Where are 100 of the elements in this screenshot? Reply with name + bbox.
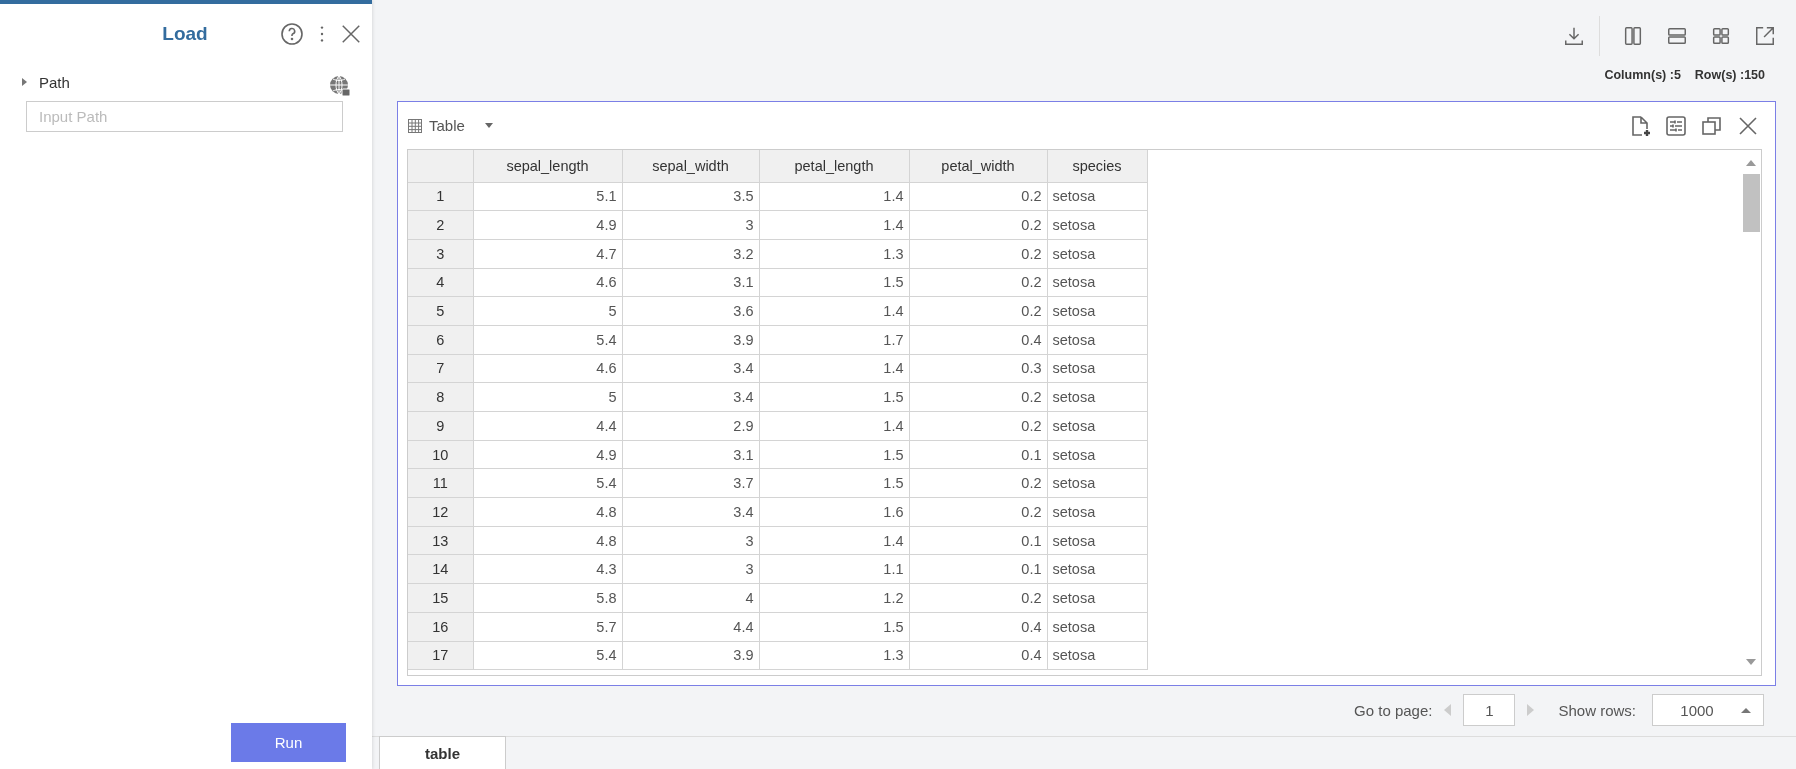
download-icon[interactable]	[1563, 25, 1585, 47]
panel-title: Load	[161, 23, 209, 45]
column-header[interactable]: petal_length	[759, 150, 909, 182]
table-cell: 3.4	[622, 382, 759, 412]
table-cell: 3.5	[622, 182, 759, 211]
row-number: 17	[408, 641, 473, 670]
table-cell: 3.6	[622, 296, 759, 326]
table-cell: 1.4	[759, 526, 909, 555]
table-cell: 3	[622, 526, 759, 555]
table-cell: 1.5	[759, 268, 909, 297]
path-label: Path	[39, 73, 71, 91]
table-cell: setosa	[1047, 554, 1147, 584]
grid-layout-icon[interactable]	[1710, 25, 1732, 47]
rows-per-page-select[interactable]: 1000	[1652, 694, 1764, 726]
table-cell: 4.6	[473, 354, 622, 383]
row-number: 8	[408, 382, 473, 412]
view-type-dropdown[interactable]: Table	[407, 117, 493, 134]
table-cell: 3.9	[622, 325, 759, 355]
column-header[interactable]: petal_width	[909, 150, 1047, 182]
table-cell: 3.9	[622, 641, 759, 670]
row-number: 1	[408, 182, 473, 211]
table-cell: 0.2	[909, 411, 1047, 441]
table-cell: 0.2	[909, 239, 1047, 269]
row-number: 16	[408, 612, 473, 641]
globe-lock-icon[interactable]	[328, 74, 352, 98]
table-cell: setosa	[1047, 354, 1147, 383]
row-number: 2	[408, 210, 473, 240]
table-cell: 5.4	[473, 468, 622, 498]
table-cell: 1.3	[759, 239, 909, 269]
column-count: Column(s) :5	[1604, 68, 1681, 84]
table-cell: 5.4	[473, 641, 622, 670]
table-cell: setosa	[1047, 497, 1147, 527]
row-number: 12	[408, 497, 473, 527]
columns-layout-icon[interactable]	[1622, 25, 1644, 47]
table-cell: 1.5	[759, 382, 909, 412]
table-cell: 4.8	[473, 497, 622, 527]
row-number: 6	[408, 325, 473, 355]
external-link-icon[interactable]	[1754, 25, 1776, 47]
table-cell: 1.5	[759, 468, 909, 498]
table-cell: 0.2	[909, 497, 1047, 527]
table-cell: 5	[473, 296, 622, 326]
table-cell: 1.1	[759, 554, 909, 584]
table-cell: setosa	[1047, 411, 1147, 441]
table-cell: 0.1	[909, 526, 1047, 555]
column-header[interactable]: species	[1047, 150, 1147, 182]
table-cell: 4.4	[473, 411, 622, 441]
row-number: 11	[408, 468, 473, 498]
table-cell: setosa	[1047, 382, 1147, 412]
row-number: 13	[408, 526, 473, 555]
table-cell: 0.4	[909, 641, 1047, 670]
column-header[interactable]: sepal_length	[473, 150, 622, 182]
expand-icon[interactable]	[22, 78, 27, 86]
table-cell: setosa	[1047, 239, 1147, 269]
table-cell: 1.6	[759, 497, 909, 527]
row-count: Row(s) :150	[1694, 68, 1765, 84]
table-cell: 5.7	[473, 612, 622, 641]
row-number: 14	[408, 554, 473, 584]
table-cell: 0.1	[909, 554, 1047, 584]
table-cell: setosa	[1047, 210, 1147, 240]
table-icon	[407, 117, 423, 134]
help-icon[interactable]	[280, 22, 304, 46]
table-cell: 1.2	[759, 583, 909, 613]
table-cell: 3	[622, 554, 759, 584]
row-number: 15	[408, 583, 473, 613]
table-cell: 3.2	[622, 239, 759, 269]
rows-layout-icon[interactable]	[1666, 25, 1688, 47]
go-to-page-label: Go to page:	[1354, 701, 1433, 719]
table-cell: 3.7	[622, 468, 759, 498]
row-number: 4	[408, 268, 473, 297]
table-cell: 4.3	[473, 554, 622, 584]
table-cell: 0.1	[909, 440, 1047, 469]
column-header[interactable]: sepal_width	[622, 150, 759, 182]
table-cell: 4.9	[473, 440, 622, 469]
page-input-field[interactable]: 1	[1463, 694, 1516, 726]
close-icon[interactable]	[340, 23, 362, 45]
row-number: 10	[408, 440, 473, 469]
table-cell: setosa	[1047, 268, 1147, 297]
table-cell: 4.8	[473, 526, 622, 555]
table-cell: 0.2	[909, 583, 1047, 613]
table-cell: 5	[473, 382, 622, 412]
table-cell: 1.4	[759, 354, 909, 383]
table-cell: setosa	[1047, 641, 1147, 670]
table-cell: setosa	[1047, 612, 1147, 641]
tab[interactable]: table	[379, 736, 506, 769]
path-input-field[interactable]: Input Path	[26, 101, 343, 132]
table-cell: setosa	[1047, 583, 1147, 613]
table-cell: 5.8	[473, 583, 622, 613]
table-cell: setosa	[1047, 526, 1147, 555]
row-number: 3	[408, 239, 473, 269]
table-cell: 3.4	[622, 354, 759, 383]
table-cell: 4.7	[473, 239, 622, 269]
table-cell: 5.4	[473, 325, 622, 355]
run-button[interactable]: Run	[231, 723, 346, 762]
table-cell: 1.4	[759, 182, 909, 211]
table-cell: setosa	[1047, 296, 1147, 326]
row-number: 9	[408, 411, 473, 441]
table-cell: 0.4	[909, 325, 1047, 355]
settings-sliders-icon[interactable]	[1664, 113, 1688, 138]
table-cell: 0.2	[909, 468, 1047, 498]
table-cell: 3	[622, 210, 759, 240]
